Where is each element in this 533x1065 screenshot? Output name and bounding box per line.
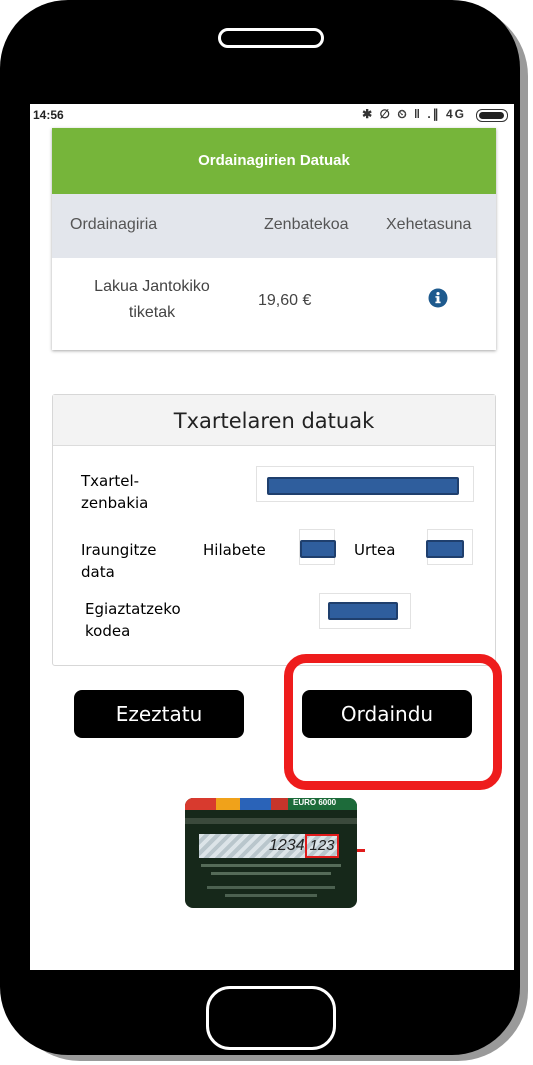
- cvv-field[interactable]: [319, 593, 411, 629]
- expiry-year-value-redacted: [426, 540, 464, 558]
- receipts-column-headers: Ordainagiria Zenbatekoa Xehetasuna: [52, 194, 496, 258]
- battery-fill: [479, 112, 504, 119]
- phone-speaker: [218, 28, 324, 48]
- cvv-pointer-line: [357, 849, 365, 852]
- signature-strip: 1234 123: [199, 834, 339, 858]
- expiry-year-field[interactable]: [426, 529, 473, 565]
- cvv-value-redacted: [328, 602, 398, 620]
- card-fine-print-1: [201, 864, 341, 867]
- column-header-detail: Xehetasuna: [386, 216, 472, 233]
- info-circle-icon[interactable]: [428, 288, 448, 308]
- status-bar: 14:56 ✱ ∅ ⏲ ‖ .∥ 4G: [30, 104, 514, 126]
- card-fine-print-4: [225, 894, 317, 897]
- receipts-card: Ordainagirien Datuak Ordainagiria Zenbat…: [52, 128, 496, 350]
- phone-screen: 14:56 ✱ ∅ ⏲ ‖ .∥ 4G Ordainagirien Datuak…: [30, 104, 514, 970]
- column-header-receipt: Ordainagiria: [70, 216, 158, 233]
- table-row: Lakua Jantokiko tiketak 19,60 €: [52, 258, 496, 350]
- phone-frame: 14:56 ✱ ∅ ⏲ ‖ .∥ 4G Ordainagirien Datuak…: [0, 0, 520, 1055]
- card-brand-label: EURO 6000: [293, 798, 337, 807]
- card-number-field[interactable]: [256, 466, 474, 502]
- home-button[interactable]: [206, 986, 336, 1050]
- card-fine-print-3: [207, 886, 335, 889]
- column-header-amount: Zenbatekoa: [264, 216, 349, 233]
- year-label: Urtea: [354, 541, 396, 559]
- receipts-header: Ordainagirien Datuak: [52, 128, 496, 194]
- expiry-month-field[interactable]: [299, 529, 336, 565]
- cvv-label: Egiaztatzeko kodea: [85, 600, 181, 640]
- receipt-amount: 19,60 €: [258, 292, 312, 309]
- receipt-name: Lakua Jantokiko tiketak: [94, 278, 210, 321]
- expiry-month-value-redacted: [300, 540, 336, 558]
- cvv-sample-highlight: 123: [305, 834, 339, 858]
- pay-button[interactable]: Ordaindu: [302, 690, 472, 738]
- card-data-header: Txartelaren datuak: [53, 395, 495, 446]
- card-fine-print-2: [211, 872, 331, 875]
- card-text-band: [185, 818, 357, 824]
- card-number-label: Txartel-zenbakia: [81, 472, 149, 512]
- status-time: 14:56: [33, 108, 64, 122]
- card-number-value-redacted: [267, 477, 459, 495]
- month-label: Hilabete: [203, 541, 266, 559]
- expiry-label: Iraungitze data: [81, 541, 157, 581]
- cancel-button[interactable]: Ezeztatu: [74, 690, 244, 738]
- card-data-title: Txartelaren datuak: [173, 409, 375, 433]
- card-number-sample: 1234: [269, 837, 305, 854]
- battery-icon: [476, 109, 508, 122]
- card-back-image: EURO 6000 1234 123: [185, 798, 357, 908]
- card-data-box: Txartelaren datuak Txartel-zenbakia Irau…: [52, 394, 496, 666]
- status-icons: ✱ ∅ ⏲ ‖ .∥ 4G: [362, 107, 466, 121]
